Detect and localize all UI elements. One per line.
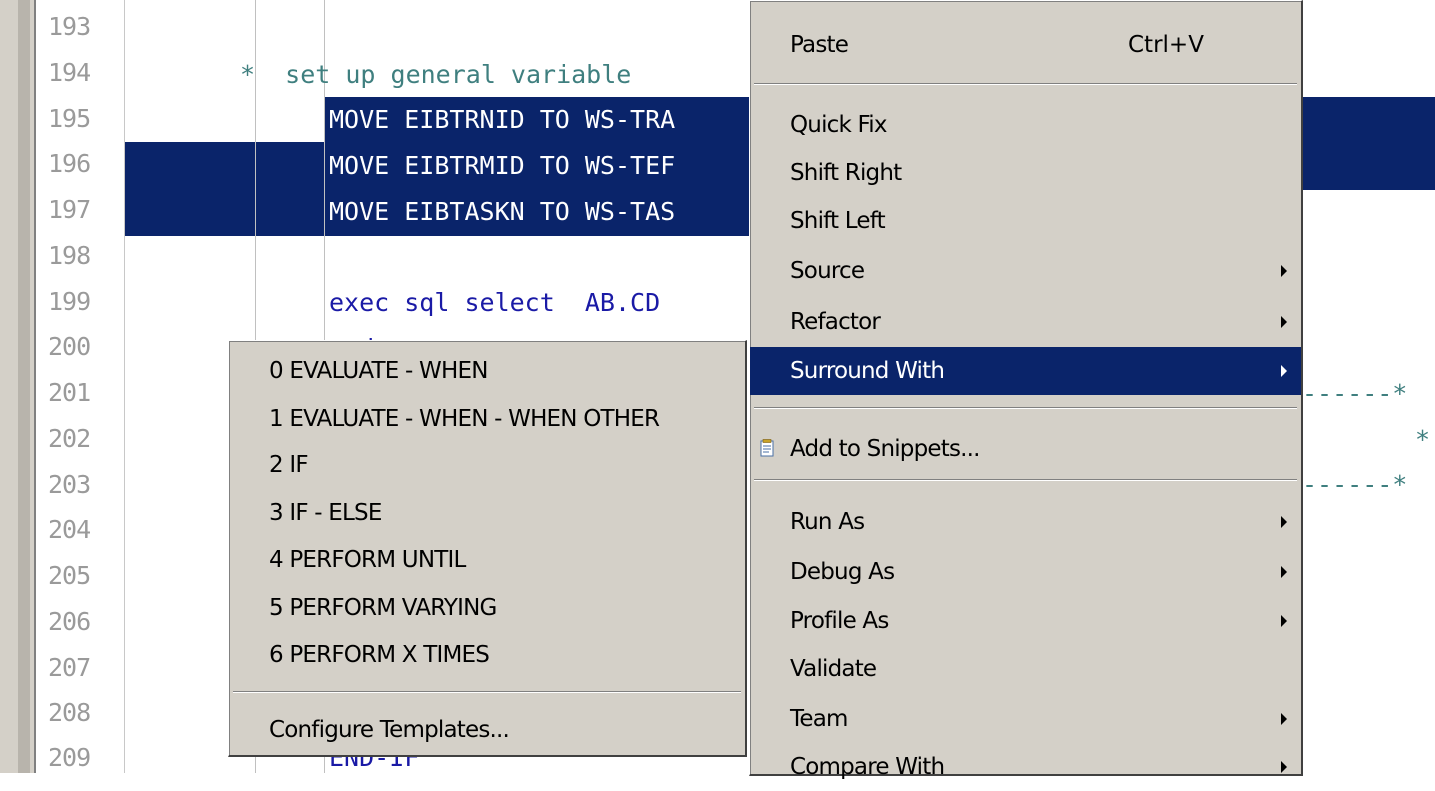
code-line-196: MOVE EIBTRMID TO WS-TEF (329, 151, 676, 180)
line-number: 202 (48, 424, 91, 453)
line-number: 200 (48, 332, 91, 361)
menu-item-refactor[interactable]: Refactor (750, 298, 1301, 346)
menu-item-validate[interactable]: Validate (750, 645, 1301, 693)
line-number: 195 (48, 104, 91, 133)
template-evaluate-when[interactable]: 0 EVALUATE - WHEN (229, 347, 745, 395)
menu-item-label: Debug As (790, 559, 895, 585)
submenu-arrow-icon (1281, 615, 1287, 627)
menu-item-label: Run As (790, 509, 865, 535)
line-number: 197 (48, 195, 91, 224)
line-number: 199 (48, 287, 91, 316)
menu-item-label: Quick Fix (790, 112, 888, 138)
code-line-195: MOVE EIBTRNID TO WS-TRA (329, 105, 676, 134)
surround-with-submenu: 0 EVALUATE - WHEN 1 EVALUATE - WHEN - WH… (228, 340, 747, 757)
menu-item-quick-fix[interactable]: Quick Fix (750, 101, 1301, 149)
submenu-arrow-icon (1281, 761, 1287, 773)
menu-item-label: Configure Templates... (269, 717, 510, 743)
menu-item-accelerator: Ctrl+V (1128, 32, 1204, 58)
menu-separator (754, 479, 1297, 481)
template-perform-until[interactable]: 4 PERFORM UNTIL (229, 536, 745, 584)
menu-item-label: 2 IF (269, 452, 309, 478)
menu-item-run-as[interactable]: Run As (750, 498, 1301, 546)
menu-separator (233, 691, 741, 693)
template-perform-varying[interactable]: 5 PERFORM VARYING (229, 584, 745, 632)
snippet-icon (760, 439, 774, 457)
line-number: 208 (48, 698, 91, 727)
menu-item-label: Shift Right (790, 160, 902, 186)
menu-item-surround-with[interactable]: Surround With (750, 347, 1301, 395)
line-number: 194 (48, 58, 91, 87)
menu-item-label: Source (790, 258, 865, 284)
comment-border-203: ------* (1302, 470, 1408, 499)
submenu-arrow-icon (1281, 265, 1287, 277)
menu-item-label: Profile As (790, 608, 889, 634)
template-evaluate-when-other[interactable]: 1 EVALUATE - WHEN - WHEN OTHER (229, 395, 745, 443)
context-menu: Paste Ctrl+V Quick Fix Shift Right Shift… (749, 0, 1303, 780)
menu-item-label: 1 EVALUATE - WHEN - WHEN OTHER (269, 406, 660, 432)
code-line-199: exec sql select AB.CD (329, 280, 660, 326)
menu-item-label: Add to Snippets... (790, 436, 981, 462)
menu-item-label: Surround With (790, 358, 945, 384)
template-if-else[interactable]: 3 IF - ELSE (229, 489, 745, 537)
menu-item-label: Compare With (790, 754, 945, 780)
template-if[interactable]: 2 IF (229, 441, 745, 489)
submenu-arrow-icon (1281, 365, 1287, 377)
menu-item-label: 6 PERFORM X TIMES (269, 642, 490, 668)
line-number: 207 (48, 653, 91, 682)
menu-separator (754, 407, 1297, 409)
menu-item-label: 0 EVALUATE - WHEN (269, 358, 488, 384)
submenu-arrow-icon (1281, 316, 1287, 328)
menu-item-label: 4 PERFORM UNTIL (269, 547, 466, 573)
menu-item-label: Refactor (790, 309, 881, 335)
line-number: 193 (48, 12, 91, 41)
menu-item-label: Paste (790, 32, 849, 58)
menu-item-paste[interactable]: Paste Ctrl+V (750, 21, 1301, 69)
menu-item-shift-left[interactable]: Shift Left (750, 197, 1301, 245)
menu-separator (754, 83, 1297, 85)
line-number: 198 (48, 241, 91, 270)
submenu-arrow-icon (1281, 516, 1287, 528)
line-number: 201 (48, 378, 91, 407)
submenu-arrow-icon (1281, 713, 1287, 725)
code-line-197: MOVE EIBTASKN TO WS-TAS (329, 197, 676, 226)
editor-left-border (0, 0, 36, 773)
line-number: 205 (48, 561, 91, 590)
menu-item-label: Shift Left (790, 208, 886, 234)
menu-item-source[interactable]: Source (750, 247, 1301, 295)
menu-item-label: 3 IF - ELSE (269, 500, 382, 526)
line-number: 203 (48, 470, 91, 499)
menu-item-debug-as[interactable]: Debug As (750, 548, 1301, 596)
menu-item-team[interactable]: Team (750, 695, 1301, 743)
comment-border-201: ------* (1302, 379, 1408, 408)
menu-item-add-to-snippets[interactable]: Add to Snippets... (750, 425, 1301, 473)
menu-item-label: 5 PERFORM VARYING (269, 595, 497, 621)
menu-item-label: Validate (790, 656, 877, 682)
menu-item-compare-with[interactable]: Compare With (750, 743, 1301, 791)
comment-border-202: * (1415, 425, 1431, 454)
configure-templates-item[interactable]: Configure Templates... (229, 706, 745, 754)
submenu-arrow-icon (1281, 566, 1287, 578)
overview-ruler (18, 0, 30, 773)
menu-item-label: Team (790, 706, 848, 732)
line-number: 204 (48, 515, 91, 544)
line-number: 206 (48, 607, 91, 636)
menu-item-profile-as[interactable]: Profile As (750, 597, 1301, 645)
code-line-194: * set up general variable (240, 60, 632, 89)
template-perform-x-times[interactable]: 6 PERFORM X TIMES (229, 631, 745, 679)
line-number: 196 (48, 149, 91, 178)
code-line-199-text: exec sql select AB.CD (329, 288, 661, 317)
line-number: 209 (48, 743, 91, 772)
menu-item-shift-right[interactable]: Shift Right (750, 149, 1301, 197)
